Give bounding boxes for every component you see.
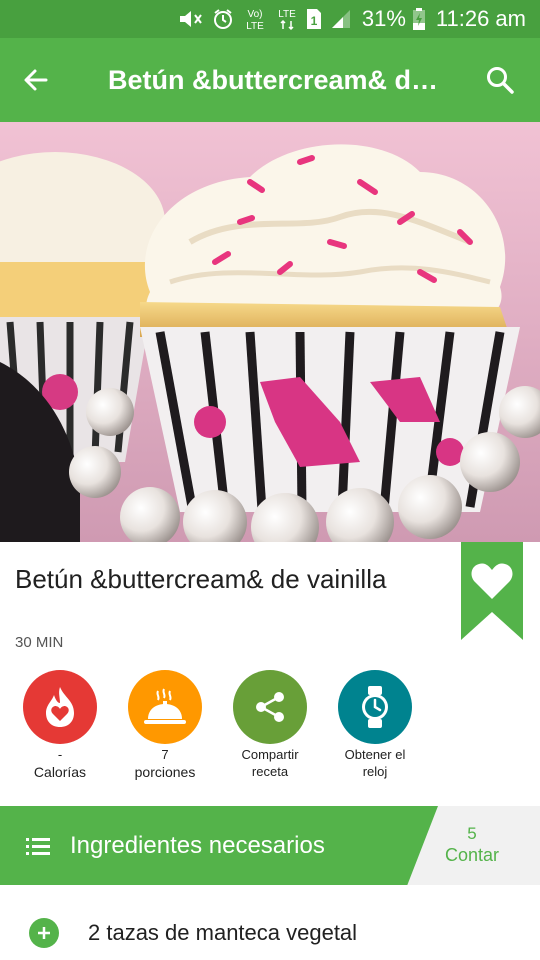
cupcake-photo (0, 122, 540, 542)
watch-icon (338, 670, 412, 744)
add-ingredient-button[interactable] (29, 917, 59, 948)
ingredients-count[interactable]: 5 Contar (424, 824, 520, 866)
ingredients-title: Ingredientes necesarios (70, 831, 325, 859)
calories-label: Calorías (33, 764, 87, 780)
servings-value: 7 (161, 747, 169, 762)
app-bar: Betún &buttercream& d… (0, 38, 540, 122)
arrow-left-icon (24, 69, 48, 91)
ingredients-count-label: Contar (444, 845, 500, 865)
svg-text:LTE: LTE (246, 21, 264, 31)
clock: 11:26 am (435, 6, 526, 31)
volte-icon: Vo) LTE (246, 9, 264, 31)
serving-dish-icon (128, 670, 202, 744)
mute-icon (179, 11, 202, 27)
share-icon (233, 670, 307, 744)
search-icon (487, 67, 514, 94)
alarm-icon (213, 9, 232, 29)
get-watch-label: Obtener el reloj (344, 747, 406, 779)
svg-text:LTE: LTE (278, 9, 296, 20)
lte-icon: LTE (278, 9, 296, 31)
list-icon (26, 837, 50, 855)
svg-text:Vo): Vo) (247, 9, 262, 20)
get-watch-action[interactable]: Obtener el reloj (320, 670, 430, 780)
share-recipe-action[interactable]: Compartir receta (215, 670, 325, 780)
sim-icon: 1 (306, 9, 321, 29)
servings-label: porciones (134, 764, 196, 780)
battery-icon (412, 8, 425, 30)
favorite-bookmark[interactable] (461, 542, 523, 640)
status-icons: Vo) LTE LTE 1 (178, 7, 352, 31)
ingredients-header: Ingredientes necesarios 5 Contar (0, 806, 540, 885)
back-button[interactable] (0, 38, 72, 122)
recipe-title: Betún &buttercream& de vainilla (15, 564, 387, 594)
calorie-flame-icon (23, 670, 97, 744)
search-button[interactable] (460, 38, 540, 122)
ingredient-item[interactable]: 2 tazas de manteca vegetal (0, 905, 540, 960)
servings-action[interactable]: 7 porciones (110, 670, 220, 781)
share-recipe-label: Compartir receta (241, 747, 299, 779)
ingredient-text: 2 tazas de manteca vegetal (88, 919, 358, 945)
calories-action[interactable]: - Calorías (5, 670, 115, 781)
recipe-photo (0, 122, 540, 542)
battery-percent: 31% (361, 6, 406, 31)
ingredients-count-number: 5 (467, 824, 477, 843)
recipe-time: 30 MIN (15, 634, 64, 651)
calories-value: - (57, 747, 63, 762)
svg-text:1: 1 (311, 14, 318, 28)
plus-icon (38, 926, 50, 939)
page-title: Betún &buttercream& d… (108, 64, 439, 95)
ingredients-title-bar: Ingredientes necesarios (0, 806, 438, 885)
signal-icon (331, 10, 350, 28)
status-bar: Vo) LTE LTE 1 31% 11:26 am (0, 0, 540, 38)
